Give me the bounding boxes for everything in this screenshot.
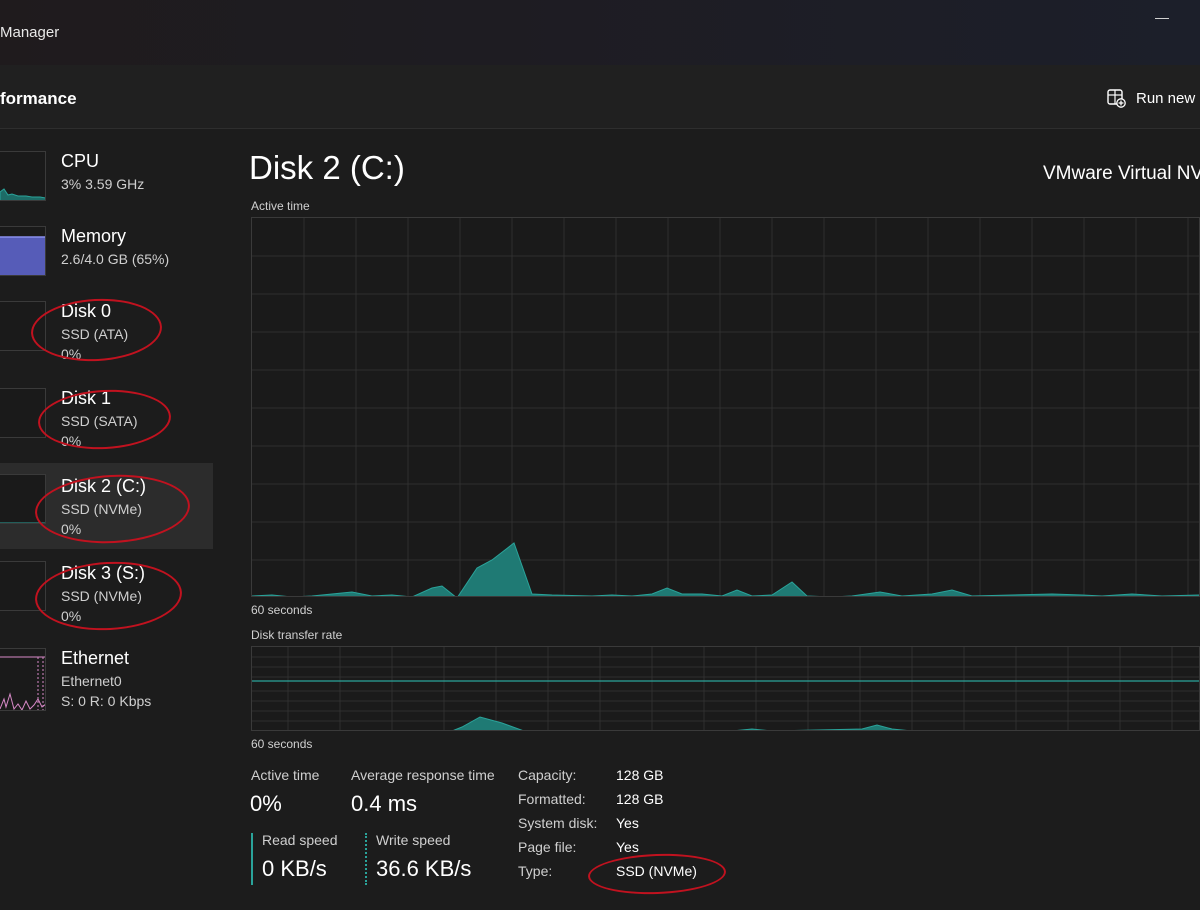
page-header: formance Run new [0,65,1200,129]
sidebar-item-detail: 2.6/4.0 GB (65%) [61,251,170,267]
active-time-graph-label: Active time [251,199,310,213]
sidebar-item-disk-1[interactable]: Disk 1 SSD (SATA) 0% [0,375,213,461]
disk-1-thumbnail-graph [0,388,46,438]
formatted-value: 128 GB [616,791,664,807]
disk-title: Disk 2 (C:) [249,149,405,186]
app-title: Manager [0,24,60,41]
sidebar-item-label: Disk 1 [61,388,112,408]
read-speed-label: Read speed [262,832,338,848]
capacity-value: 128 GB [616,767,664,783]
run-new-task-button[interactable]: Run new [1106,86,1195,110]
ethernet-thumbnail-graph [0,648,46,711]
sidebar-item-ethernet[interactable]: Ethernet Ethernet0 S: 0 R: 0 Kbps [0,636,213,722]
write-speed-value: 36.6 KB/s [376,856,472,881]
sidebar-item-label: Disk 0 [61,301,112,321]
sidebar-item-detail: SSD (SATA) [61,413,138,429]
type-label: Type: [518,863,553,879]
sidebar-item-detail: SSD (NVMe) [61,588,142,604]
sidebar-item-usage: 0% [61,521,82,537]
write-speed-indicator [365,833,367,885]
transfer-rate-axis-label: 60 seconds [251,737,313,751]
read-speed-indicator [251,833,253,885]
write-speed-label: Write speed [376,832,451,848]
page-title: formance [0,89,77,108]
run-task-icon [1107,89,1126,108]
disk-0-thumbnail-graph [0,301,46,351]
active-time-stat-label: Active time [251,767,320,783]
capacity-label: Capacity: [518,767,577,783]
sidebar-item-disk-0[interactable]: Disk 0 SSD (ATA) 0% [0,288,213,374]
system-disk-label: System disk: [518,815,598,831]
sidebar-item-usage: 0% [61,433,82,449]
sidebar-item-label: Ethernet [61,648,130,668]
disk-model: VMware Virtual NV [1043,163,1200,184]
sidebar-item-throughput: S: 0 R: 0 Kbps [61,693,152,709]
memory-thumbnail-graph [0,226,46,276]
avg-response-value: 0.4 ms [351,791,418,816]
sidebar-item-detail: SSD (NVMe) [61,501,142,517]
main-panel: Disk 2 (C:) VMware Virtual NV Active tim… [220,129,1200,910]
sidebar-item-detail: 3% 3.59 GHz [61,176,145,192]
sidebar-item-detail: Ethernet0 [61,673,122,689]
sidebar-item-label: Disk 3 (S:) [61,563,146,583]
page-file-label: Page file: [518,839,577,855]
active-time-axis-label: 60 seconds [251,603,313,617]
type-value: SSD (NVMe) [616,863,697,879]
sidebar-item-usage: 0% [61,346,82,362]
transfer-rate-graph [251,646,1200,731]
sidebar-item-cpu[interactable]: CPU 3% 3.59 GHz [0,129,213,215]
sidebar-item-label: CPU [61,151,100,171]
sidebar-item-detail: SSD (ATA) [61,326,129,342]
transfer-rate-graph-label: Disk transfer rate [251,628,343,642]
disk-2-thumbnail-graph [0,474,46,524]
sidebar: CPU 3% 3.59 GHz Memory 2.6/4.0 GB (65%) … [0,129,220,910]
disk-3-thumbnail-graph [0,561,46,611]
active-time-graph [251,217,1200,597]
active-time-stat-value: 0% [250,791,282,816]
read-speed-value: 0 KB/s [262,856,327,881]
minimize-icon[interactable] [1155,18,1169,19]
run-task-label: Run new [1136,89,1196,107]
avg-response-label: Average response time [351,767,495,783]
sidebar-item-disk-3[interactable]: Disk 3 (S:) SSD (NVMe) 0% [0,550,213,636]
system-disk-value: Yes [616,815,639,831]
sidebar-item-label: Memory [61,226,127,246]
sidebar-item-memory[interactable]: Memory 2.6/4.0 GB (65%) [0,206,213,292]
sidebar-item-disk-2[interactable]: Disk 2 (C:) SSD (NVMe) 0% [0,463,213,549]
page-file-value: Yes [616,839,639,855]
formatted-label: Formatted: [518,791,586,807]
sidebar-item-label: Disk 2 (C:) [61,476,146,496]
title-bar: Manager [0,0,1200,65]
sidebar-item-usage: 0% [61,608,82,624]
cpu-thumbnail-graph [0,151,46,201]
